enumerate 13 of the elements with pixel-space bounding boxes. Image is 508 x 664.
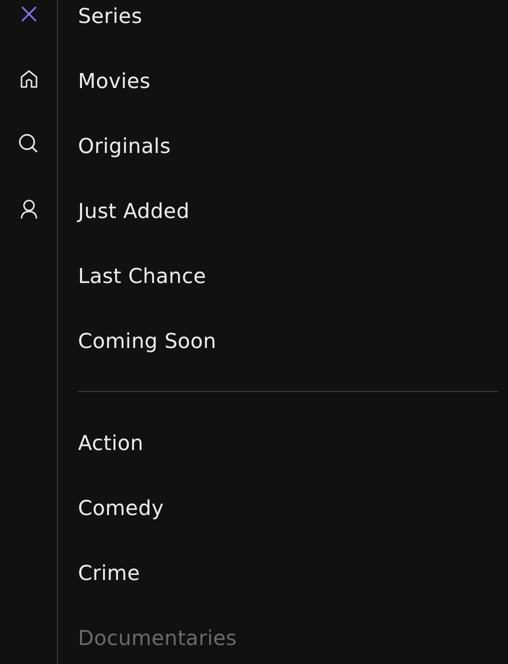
menu-link[interactable]: Originals — [78, 113, 171, 178]
home-icon — [18, 68, 38, 88]
menu-link[interactable]: Action — [78, 410, 144, 475]
menu-link[interactable]: Series — [78, 0, 142, 48]
close-icon — [20, 4, 38, 22]
menu-link[interactable]: Just Added — [78, 178, 190, 243]
search-icon — [18, 133, 39, 154]
menu-link[interactable]: Crime — [78, 540, 140, 605]
user-icon — [18, 198, 38, 218]
menu-link[interactable]: Comedy — [78, 475, 164, 540]
menu-link[interactable]: Coming Soon — [78, 308, 216, 373]
menu-link[interactable]: Movies — [78, 48, 151, 113]
menu-link[interactable]: Last Chance — [78, 243, 206, 308]
